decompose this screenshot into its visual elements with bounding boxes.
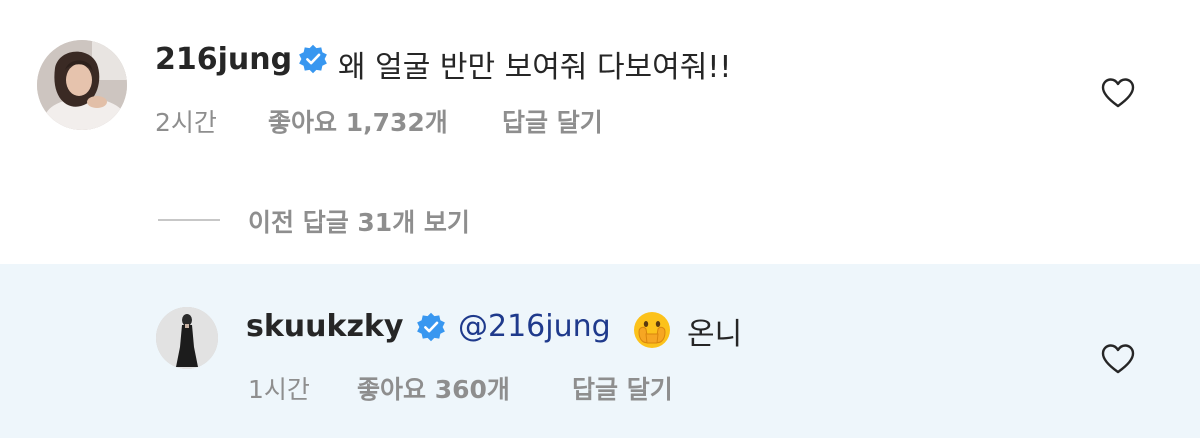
heart-outline-icon[interactable] bbox=[1100, 343, 1136, 375]
likes-count[interactable]: 좋아요 1,732개 bbox=[268, 103, 448, 139]
reply-button[interactable]: 답글 달기 bbox=[572, 370, 673, 406]
username[interactable]: 216jung bbox=[155, 42, 292, 77]
avatar-photo bbox=[37, 40, 127, 130]
view-previous-replies[interactable]: 이전 답글 31개 보기 bbox=[248, 203, 470, 239]
avatar[interactable] bbox=[156, 307, 218, 369]
face-with-hand-over-mouth-emoji bbox=[632, 310, 672, 350]
likes-count[interactable]: 좋아요 360개 bbox=[357, 370, 510, 406]
username[interactable]: skuukzky bbox=[246, 309, 403, 344]
mention-link[interactable]: @216jung bbox=[458, 309, 611, 344]
verified-badge-icon bbox=[298, 44, 328, 74]
verified-badge-icon bbox=[416, 312, 446, 342]
divider-line bbox=[158, 219, 220, 221]
avatar-photo bbox=[156, 307, 218, 369]
reply-button[interactable]: 답글 달기 bbox=[502, 103, 603, 139]
comment-time: 1시간 bbox=[248, 375, 310, 404]
comment-text: 온니 bbox=[687, 317, 743, 352]
comment-time: 2시간 bbox=[155, 108, 217, 137]
avatar[interactable] bbox=[37, 40, 127, 130]
heart-outline-icon[interactable] bbox=[1100, 77, 1136, 109]
comment-text: 왜 얼굴 반만 보여줘 다보여줘!! bbox=[338, 50, 732, 85]
